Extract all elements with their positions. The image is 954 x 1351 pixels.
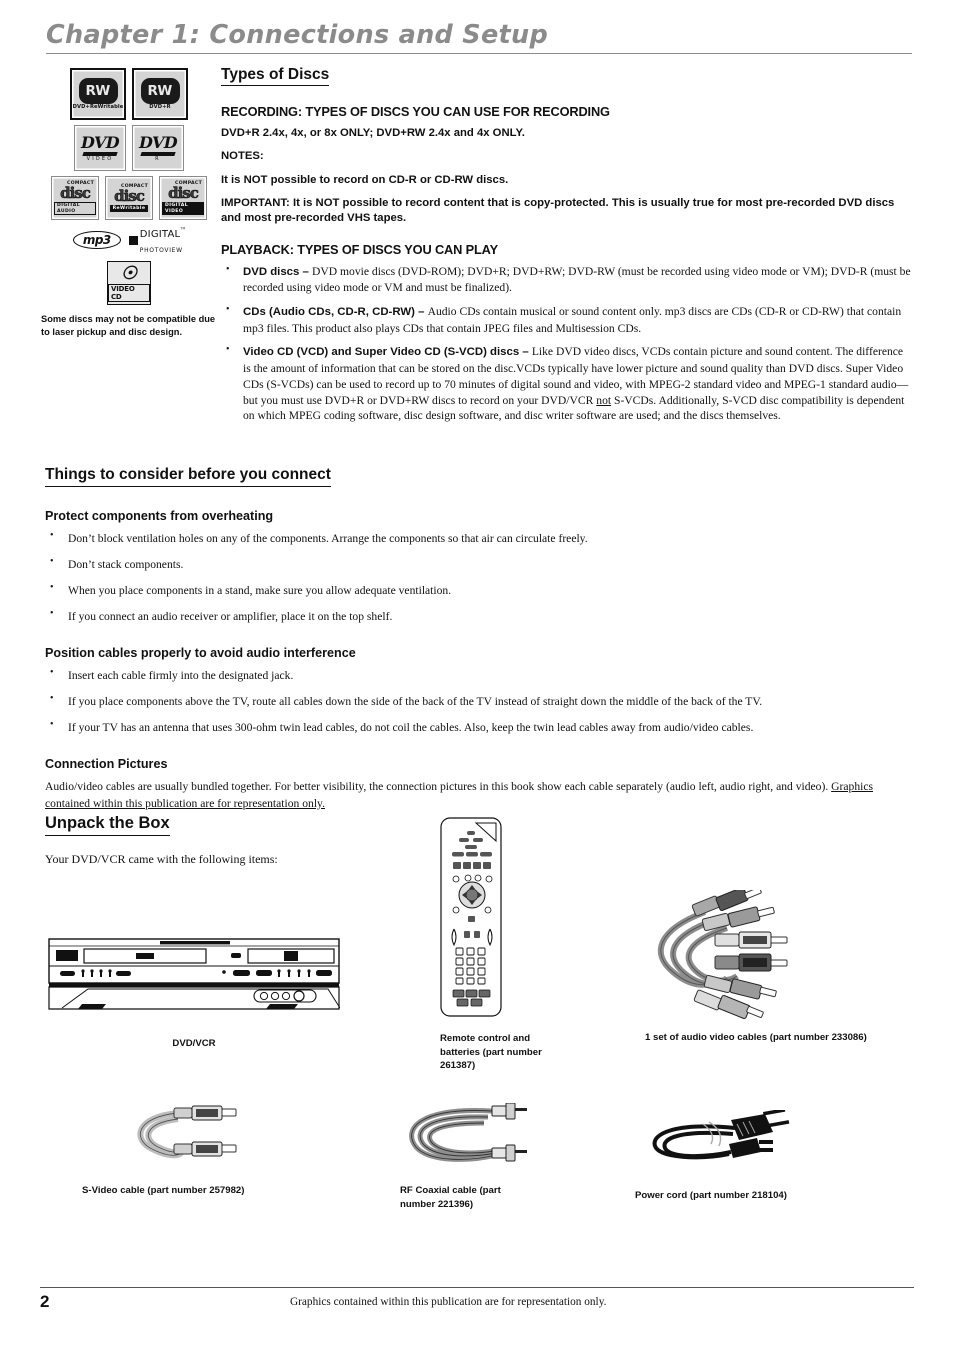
rf-coaxial-cable-svg [409,1102,527,1162]
av-cables-svg [657,886,788,1020]
vcd-not-emphasis: not [596,393,612,407]
logo-row-rw: RW DVD+ReWritable RW DVD+R [44,68,214,120]
list-item: When you place components in a stand, ma… [45,581,913,598]
disc-compatibility-note: Some discs may not be compatible due to … [41,314,216,337]
list-item: If you place components above the TV, ro… [45,692,913,709]
connection-pictures-text: Audio/video cables are usually bundled t… [45,780,829,794]
dvd-r-sublabel: R [155,155,161,162]
video-cd-label: VIDEO CD [108,283,150,302]
dvd-vcr-svg [48,938,341,1010]
vcd-term: Video CD (VCD) and Super Video CD (S-VCD… [243,346,532,359]
dvd-discs-text: DVD movie discs (DVD-ROM); DVD+R; DVD+RW… [243,264,911,295]
video-cd-glyph-icon: ☉ [120,262,138,284]
note-copy-protected: IMPORTANT: It is NOT possible to record … [221,196,895,225]
logo-row-dvd: DVD VIDEO DVD R [44,125,214,171]
cd-disc-wordmark: disc [60,183,91,202]
disc-logo-column: RW DVD+ReWritable RW DVD+R DVD VIDEO DVD… [41,68,216,338]
mp3-logo: mp3 [72,231,121,250]
chapter-divider [46,52,912,54]
rw-badge-icon: RW [140,78,180,105]
rf-coaxial-cable-caption: RF Coaxial cable (part number 221396) [400,1185,501,1210]
dvd-plus-r-logo: RW DVD+R [132,68,188,120]
dvd-wordmark: DVD [80,132,120,152]
power-cord-illustration: Power cord (part number 218104) [635,1108,835,1203]
remote-control-illustration: Remote control and batteries (part numbe… [440,817,568,1073]
dvd-discs-term: DVD discs – [243,265,313,278]
chapter-header: Chapter 1: Connections and Setup [46,22,912,54]
page-number: 2 [40,1292,50,1311]
types-of-discs-heading: Types of Discs [221,66,330,87]
logo-row-cd: COMPACT disc DIGITAL AUDIO COMPACT disc … [44,176,214,220]
cd-disc-wordmark: disc [168,183,199,202]
overheating-list: Don’t block ventilation holes on any of … [45,529,913,624]
photoview-tm: ™ [180,227,186,233]
svideo-cable-caption: S-Video cable (part number 257982) [82,1185,245,1196]
power-cord-svg [652,1108,790,1160]
photoview-line1: DIGITAL [139,229,181,240]
types-of-discs-section: Types of Discs RECORDING: TYPES OF DISCS… [221,66,913,432]
cd-digital-video-logo: COMPACT disc DIGITAL VIDEO [159,176,207,220]
remote-control-svg [440,817,502,1017]
notes-label: NOTES: [221,150,264,163]
unpack-heading: Unpack the Box [45,814,170,836]
dvd-video-sublabel: VIDEO [86,155,114,162]
list-item: If you connect an audio receiver or ampl… [45,607,913,624]
dvd-vcr-illustration: DVD/VCR [48,938,341,1049]
chapter-title: Chapter 1: Connections and Setup [46,20,549,50]
recording-heading: RECORDING: TYPES OF DISCS YOU CAN USE FO… [221,104,610,120]
rw-badge-icon: RW [78,78,118,105]
av-cables-illustration: 1 set of audio video cables (part number… [645,886,915,1045]
rw-badge-text: RW [85,83,111,99]
list-item: If your TV has an antenna that uses 300-… [45,718,913,735]
list-item: Don’t block ventilation holes on any of … [45,529,913,546]
remote-control-caption: Remote control and batteries (part numbe… [440,1033,542,1072]
photoview-mark-icon [128,235,138,245]
logo-row-mp3-photoview: mp3 DIGITAL™ PHOTOVIEW [44,225,214,255]
digital-photoview-logo: DIGITAL™ PHOTOVIEW [128,225,186,255]
recording-speeds-line: DVD+R 2.4x, 4x, or 8x ONLY; DVD+RW 2.4x … [221,127,525,140]
things-to-consider-section: Things to consider before you connect Pr… [45,466,913,812]
rf-coaxial-cable-illustration: RF Coaxial cable (part number 221396) [400,1102,530,1211]
connection-pictures-paragraph: Audio/video cables are usually bundled t… [45,779,913,812]
rw-r-caption: DVD+R [149,104,171,111]
playback-heading: PLAYBACK: TYPES OF DISCS YOU CAN PLAY [221,241,498,257]
position-cables-list: Insert each cable firmly into the design… [45,666,913,735]
dvd-underbar-icon [82,151,118,156]
dvd-plus-rewritable-logo: RW DVD+ReWritable [70,68,126,120]
playback-disc-list: DVD discs – DVD movie discs (DVD-ROM); D… [221,263,913,424]
document-page: Chapter 1: Connections and Setup RW DVD+… [0,0,954,1351]
list-item: Insert each cable firmly into the design… [45,666,913,683]
cds-term: CDs (Audio CDs, CD-R, CD-RW) – [243,306,428,319]
position-cables-subheading: Position cables properly to avoid audio … [45,646,356,661]
av-cables-caption: 1 set of audio video cables (part number… [645,1032,867,1043]
list-item: Video CD (VCD) and Super Video CD (S-VCD… [221,343,913,424]
page-footer: 2 Graphics contained within this publica… [40,1287,914,1312]
photoview-line2: PHOTOVIEW [139,247,183,255]
rw-rewritable-caption: DVD+ReWritable [72,104,124,111]
list-item: Don’t stack components. [45,555,913,572]
video-cd-logo: ☉ VIDEO CD [107,261,151,306]
svideo-cable-svg [137,1105,237,1159]
cd-bottom-label: DIGITAL AUDIO [54,201,96,216]
dvd-underbar-icon [140,151,176,156]
list-item: DVD discs – DVD movie discs (DVD-ROM); D… [221,263,913,296]
footer-note: Graphics contained within this publicati… [290,1296,607,1308]
dvd-wordmark: DVD [138,132,178,152]
cd-digital-audio-logo: COMPACT disc DIGITAL AUDIO [51,176,99,220]
svideo-cable-illustration: S-Video cable (part number 257982) [82,1105,312,1198]
rw-badge-text: RW [147,83,173,99]
list-item: CDs (Audio CDs, CD-R, CD-RW) – Audio CDs… [221,303,913,336]
dvd-r-logo: DVD R [132,125,184,171]
cd-bottom-label: ReWritable [109,204,149,213]
cd-recordable-logo: COMPACT disc ReWritable [105,176,153,220]
things-to-consider-heading: Things to consider before you connect [45,466,331,487]
connection-pictures-subheading: Connection Pictures [45,757,168,772]
cd-bottom-label: DIGITAL VIDEO [162,201,204,216]
dvd-vcr-caption: DVD/VCR [172,1038,216,1049]
power-cord-caption: Power cord (part number 218104) [635,1190,787,1201]
note-cd-record: It is NOT possible to record on CD-R or … [221,173,509,186]
overheating-subheading: Protect components from overheating [45,509,274,523]
dvd-video-logo: DVD VIDEO [74,125,126,171]
cd-disc-wordmark: disc [114,186,145,205]
